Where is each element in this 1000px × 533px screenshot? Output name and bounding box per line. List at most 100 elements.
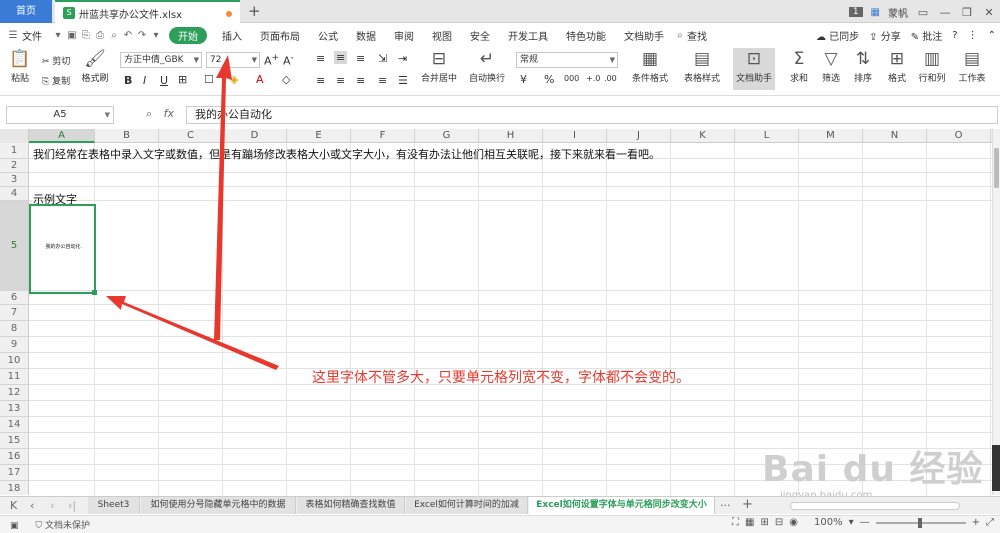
row-header-6[interactable]: 6 [0, 291, 29, 305]
cell-a1[interactable]: 我们经常在表格中录入文字或数值，但是有蹦场修改表格大小或文字大小，有没有办法让他… [33, 146, 660, 162]
column-header-g[interactable]: G [415, 129, 479, 143]
align-center-icon[interactable]: ≡ [336, 74, 345, 87]
fill-color-icon[interactable]: ◈ [230, 73, 238, 86]
row-header-15[interactable]: 15 [0, 433, 29, 449]
column-header-m[interactable]: M [799, 129, 863, 143]
menu-tab-review[interactable]: 审阅 [385, 28, 423, 43]
search-icon[interactable]: ⌕ [673, 30, 687, 41]
indent-icon[interactable]: ⇥ [398, 52, 407, 65]
rows-cols-button[interactable]: ▥ 行和列 [916, 50, 948, 84]
column-header-h[interactable]: H [479, 129, 543, 143]
row-header-2[interactable]: 2 [0, 159, 29, 173]
menu-tab-page-layout[interactable]: 页面布局 [251, 28, 309, 43]
font-shrink-icon[interactable]: A- [283, 52, 294, 68]
increase-decimal-icon[interactable]: +.0 [586, 74, 600, 83]
align-bottom-icon[interactable]: ≡ [356, 52, 365, 65]
side-panel-tab[interactable] [992, 445, 1000, 491]
row-header-1[interactable]: 1 [0, 143, 29, 159]
first-sheet-icon[interactable]: K [10, 499, 17, 512]
sheet-tab-time[interactable]: Excel如何计算时间的加减 [406, 497, 528, 514]
menu-tab-doc-assistant[interactable]: 文档助手 [615, 28, 673, 43]
column-header-n[interactable]: N [863, 129, 927, 143]
redo-icon[interactable]: ↷ [135, 30, 149, 41]
thousands-button[interactable]: 000 [564, 74, 579, 83]
fullscreen-icon[interactable]: ⛶ [732, 517, 739, 528]
file-tab[interactable]: S 卅蓝共享办公文件.xlsx [55, 0, 240, 23]
search-menu[interactable]: 查找 [687, 28, 716, 43]
paste-button[interactable]: 📋 粘贴 [6, 50, 34, 84]
print-preview-icon[interactable]: ⌕ [107, 30, 121, 41]
menu-tab-home[interactable]: 开始 [169, 26, 207, 44]
menu-tab-insert[interactable]: 插入 [213, 28, 251, 43]
zoom-slider-knob[interactable] [917, 517, 922, 528]
annotate-button[interactable]: ✎ 批注 [911, 28, 943, 43]
zoom-in-icon[interactable]: + [972, 517, 980, 528]
undo-icon[interactable]: ↶ [121, 30, 135, 41]
table-style-button[interactable]: ▤ 表格样式 [678, 50, 726, 84]
user-avatar-icon[interactable]: ▦ [871, 7, 880, 18]
more-icon[interactable]: ▾ [149, 30, 163, 41]
underline-button[interactable]: U [160, 74, 168, 87]
row-header-7[interactable]: 7 [0, 305, 29, 321]
column-header-i[interactable]: I [543, 129, 607, 143]
column-header-f[interactable]: F [351, 129, 415, 143]
row-header-11[interactable]: 11 [0, 369, 29, 385]
sheet-tab-sheet3[interactable]: Sheet3 [88, 497, 140, 514]
more-options-icon[interactable]: ⋮ [968, 30, 978, 41]
add-sheet-button[interactable]: + [742, 497, 753, 512]
row-header-9[interactable]: 9 [0, 337, 29, 353]
row-header-17[interactable]: 17 [0, 465, 29, 481]
cut-button[interactable]: ✂ 剪切 [42, 54, 70, 67]
row-header-4[interactable]: 4 [0, 187, 29, 201]
number-format-select[interactable]: 常规 ▼ [516, 52, 618, 68]
font-color-icon[interactable]: A [256, 73, 264, 86]
help-icon[interactable]: ? [952, 30, 957, 41]
row-header-16[interactable]: 16 [0, 449, 29, 465]
minimize-icon[interactable]: — [938, 6, 952, 19]
zoom-slider[interactable] [875, 517, 966, 528]
column-header-e[interactable]: E [287, 129, 351, 143]
filter-button[interactable]: ▽ 筛选 [818, 50, 844, 84]
hamburger-icon[interactable]: ☰ [6, 30, 20, 41]
orientation-icon[interactable]: ⇲ [378, 52, 387, 65]
eraser-icon[interactable]: ◇ [282, 73, 290, 86]
format-button[interactable]: ⊞ 格式 [884, 50, 910, 84]
close-icon[interactable]: ✕ [982, 6, 996, 19]
new-tab-button[interactable]: + [248, 2, 261, 20]
zoom-fit-icon[interactable]: ⤢ [986, 517, 994, 528]
format-painter-button[interactable]: 🖌 格式刷 [80, 50, 110, 84]
export-icon[interactable]: ⎘ [79, 30, 93, 41]
column-header-o[interactable]: O [927, 129, 991, 143]
column-header-l[interactable]: L [735, 129, 799, 143]
merge-center-button[interactable]: ⊟ 合并居中 [416, 50, 462, 84]
column-header-c[interactable]: C [159, 129, 223, 143]
formula-input[interactable]: 我的办公自动化 [186, 106, 998, 124]
sum-button[interactable]: Σ 求和 [786, 50, 812, 84]
font-grow-icon[interactable]: A+ [264, 52, 279, 68]
save-icon[interactable]: ▣ [65, 30, 79, 41]
column-header-j[interactable]: J [607, 129, 671, 143]
cell-a5[interactable]: 我的办公自动化 [33, 243, 93, 250]
zoom-level[interactable]: 100% [814, 517, 843, 528]
row-header-12[interactable]: 12 [0, 385, 29, 401]
row-header-18[interactable]: 18 [0, 481, 29, 495]
justify-icon[interactable]: ≡ [378, 74, 387, 87]
currency-button[interactable]: ¥ [520, 73, 527, 86]
column-header-d[interactable]: D [223, 129, 287, 143]
collapse-ribbon-icon[interactable]: ⌃ [988, 30, 996, 41]
sheet-tab-font-sync[interactable]: Excel如何设置字体与单元格同步改变大小 [529, 497, 715, 514]
sort-button[interactable]: ⇅ 排序 [850, 50, 876, 84]
distribute-icon[interactable]: ☰ [398, 74, 408, 87]
align-left-icon[interactable]: ≡ [316, 74, 325, 87]
menu-tab-developer[interactable]: 开发工具 [499, 28, 557, 43]
menu-tab-view[interactable]: 视图 [423, 28, 461, 43]
copy-button[interactable]: ⎘ 复制 [42, 74, 70, 87]
page-break-view-icon[interactable]: ⊞ [760, 517, 768, 528]
zoom-menu-icon[interactable]: ▾ [849, 517, 854, 528]
row-header-3[interactable]: 3 [0, 173, 29, 187]
cond-format-button[interactable]: ▦ 条件格式 [626, 50, 674, 84]
zoom-icon[interactable]: ⌕ [146, 107, 152, 120]
clear-format-icon[interactable]: ☐ [204, 73, 214, 86]
menu-tab-data[interactable]: 数据 [347, 28, 385, 43]
decrease-decimal-icon[interactable]: .00 [604, 74, 617, 83]
